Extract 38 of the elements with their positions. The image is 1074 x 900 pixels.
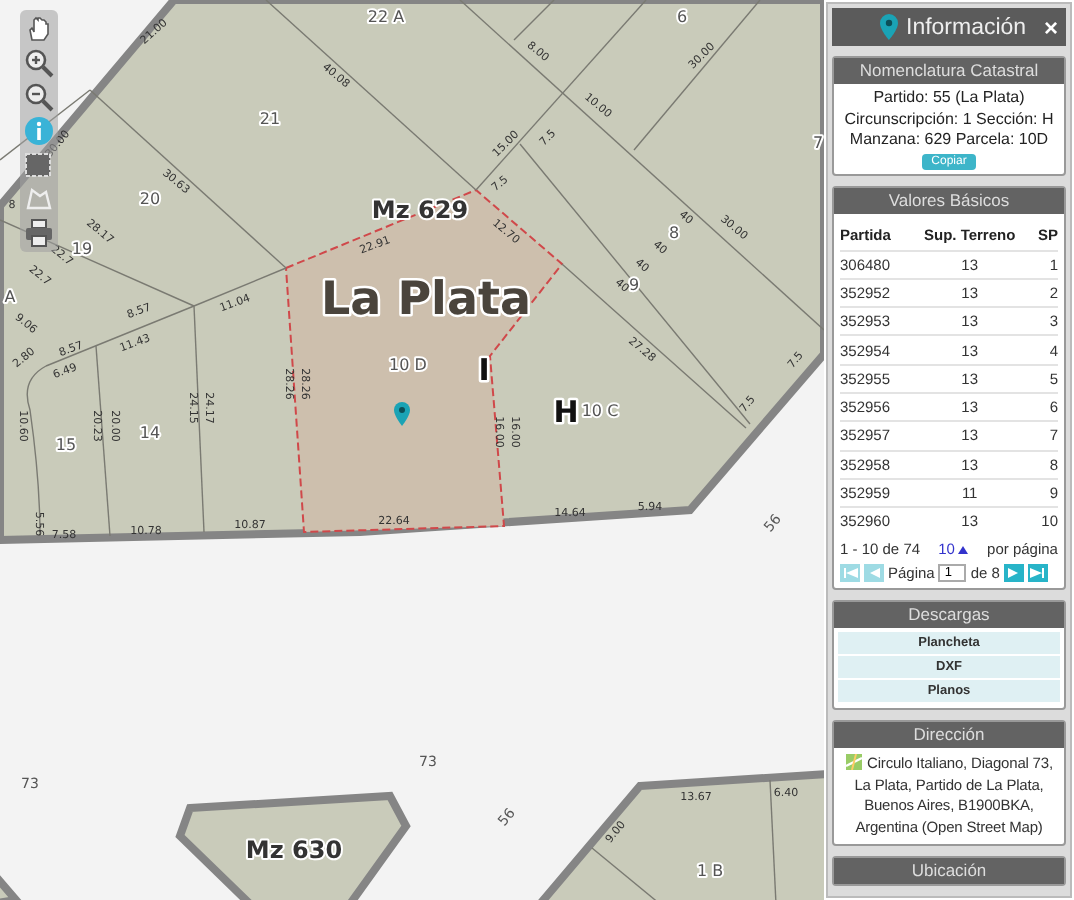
city-label: La Plata [321,274,531,326]
lot-number: 14 [139,424,161,442]
lot-boundary [591,847,661,900]
lot-number: 10 C [581,402,619,420]
next-page-button[interactable] [1003,564,1024,583]
lot-number: 1 B [696,862,724,880]
map-icon [845,754,862,771]
cadastral-line: Circunscripción: 1 Sección: H [844,109,1054,130]
close-button[interactable]: × [1043,15,1058,39]
lot-number: 20 [139,190,161,208]
lot-number: 21 [259,110,281,128]
lot-number: A [4,288,16,306]
lot-number: 22 A [367,8,405,26]
location-pin-icon [394,402,410,426]
section-header: Ubicación [834,858,1064,885]
cadastral-line: Partido: 55 (La Plata) [873,88,1025,109]
lot-number: 6 [676,8,688,26]
lot-boundary [769,779,777,900]
section-header: Nomenclatura Catastral [834,58,1064,84]
lot-number: 15 [55,436,77,454]
block-label: Mz 629 [371,196,469,224]
last-page-button[interactable] [1027,564,1048,583]
zoom-in-icon[interactable] [24,48,54,78]
lot-number: 8 [668,224,680,242]
section-header: Dirección [834,722,1064,749]
lot-number: 10 D [389,356,427,374]
block-label: Mz 630 [245,836,343,864]
caret-icon [958,545,969,554]
lot-letter: H [553,394,579,430]
cadastral-line: Manzana: 629 Parcela: 10D [849,130,1049,151]
lot-number: 19 [71,240,93,258]
lot-letter: I [478,352,490,388]
location-pin-icon [880,14,898,40]
section-header: Valores Básicos [834,187,1064,213]
printer-icon[interactable] [24,218,54,248]
zoom-out-icon[interactable] [24,82,54,112]
section-header: Descargas [834,602,1064,629]
panel-title: Información [906,15,1027,39]
